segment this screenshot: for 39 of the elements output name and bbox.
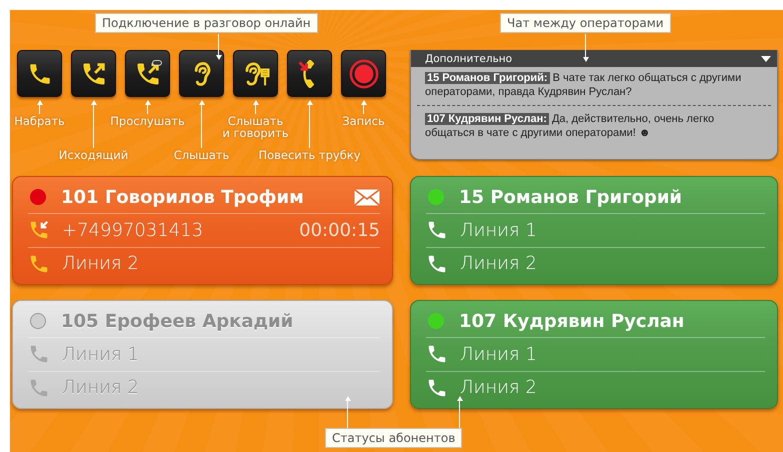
callout-label: Слышать [174,149,230,161]
line-name: Линия 1 [62,344,140,365]
line-name: Линия 2 [460,253,538,274]
chat-message: 15 Романов Григорий: В чате так легко общаться с другими операторами, правда Кудрявин Руслан? [424,71,742,100]
envelope-icon[interactable] [354,188,380,206]
callout-label: Прослушать [110,115,185,127]
callout-arrow [582,34,589,62]
record-icon [348,58,378,88]
callout-label: Исходящий [58,149,128,161]
line-name: Линия 2 [62,253,140,274]
toolbar-button[interactable] [125,50,170,97]
toolbar-button[interactable] [71,50,116,97]
callout-caption: Чат между операторами [500,13,671,33]
subscriber-name: 105 Ерофеев Аркадий [61,310,294,332]
toolbar-button[interactable] [179,50,224,97]
line-name: Линия 1 [460,344,538,365]
callout-caption: Подключение в разговор онлайн [95,13,318,33]
callout-label: Набрать [14,115,65,127]
callout-caption: Статусы абонентов [325,428,462,448]
phone-number: +74997031413 [62,220,204,241]
toolbar-button[interactable] [233,50,278,97]
callout-arrow [456,396,463,428]
toolbar-button[interactable] [287,50,332,97]
subscriber-name: 15 Романов Григорий [459,186,684,208]
line-name: Линия 1 [460,220,538,241]
call-timer: 00:00:15 [299,220,380,241]
chat-title: Дополнительно [425,52,512,64]
chat-message: 107 Кудрявин Руслан: Да, действительно, очень легко общаться в чате с другими операторами! ☻ [424,112,716,141]
callout-arrow [215,34,222,60]
toolbar-button[interactable] [17,50,62,97]
callout-arrow [344,396,351,428]
callout-label: Повесить трубку [258,149,361,161]
subscriber-name: 101 Говорилов Трофим [61,186,305,208]
subscriber-name: 107 Кудрявин Руслан [459,310,686,332]
line-name: Линия 2 [62,377,140,398]
line-name: Линия 2 [460,377,538,398]
callout-label: Слышать и говорить [222,115,289,139]
dropdown-icon[interactable] [761,56,771,62]
callout-label: Запись [342,115,385,127]
